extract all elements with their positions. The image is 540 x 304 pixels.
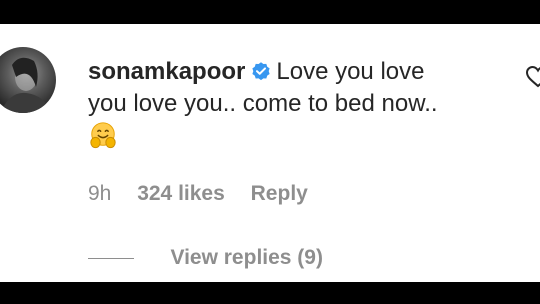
- comment-text-line1: Love you love: [276, 58, 425, 85]
- reply-button[interactable]: Reply: [251, 182, 308, 205]
- comment-likes-count[interactable]: 324 likes: [137, 182, 225, 205]
- verified-badge-icon: [252, 62, 270, 81]
- like-heart-icon[interactable]: [525, 65, 540, 89]
- view-replies-button[interactable]: View replies (9): [170, 246, 323, 269]
- view-replies-row[interactable]: View replies (9): [88, 246, 323, 274]
- avatar[interactable]: [0, 47, 56, 113]
- replies-divider-line: [88, 257, 134, 259]
- comment-card: sonamkapoor Love you love you love you..…: [0, 24, 540, 282]
- smiling-face-with-open-hands-icon: [90, 122, 116, 149]
- comment-time: 9h: [88, 182, 112, 205]
- comment-meta: 9h 324 likes Reply: [88, 182, 328, 206]
- comment-body: sonamkapoor Love you love you love you..…: [88, 56, 508, 153]
- comment-username[interactable]: sonamkapoor: [88, 58, 245, 85]
- comment-text-line2: you love you.. come to bed now..: [88, 90, 438, 117]
